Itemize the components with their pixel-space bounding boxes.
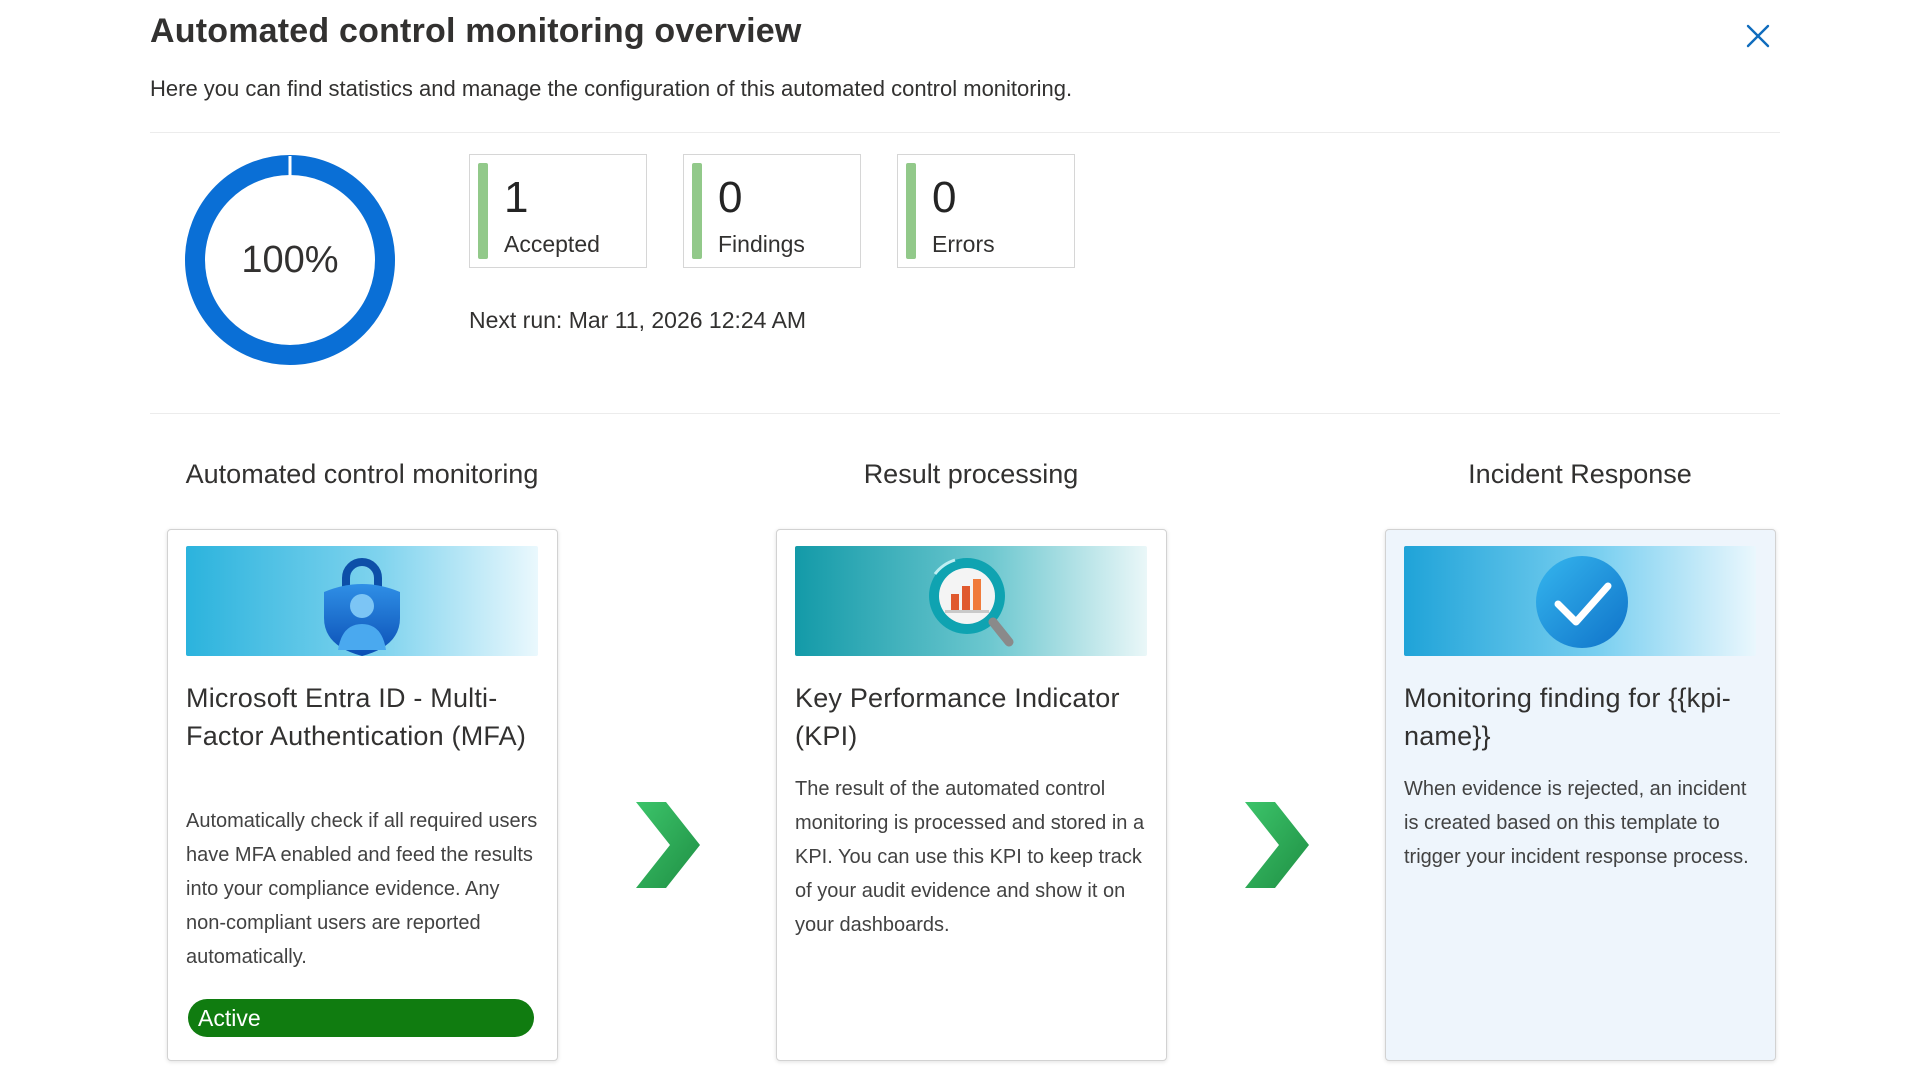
chevron-right-icon (636, 802, 700, 888)
card-description: The result of the automated control moni… (795, 778, 1145, 936)
close-button[interactable] (1740, 18, 1776, 54)
next-run-text: Next run: Mar 11, 2026 12:24 AM (469, 307, 807, 333)
incident-card[interactable]: Monitoring finding for {{kpi-name}} When… (1385, 529, 1776, 1061)
stat-label: Accepted (504, 231, 600, 257)
close-icon (1746, 24, 1770, 48)
section-divider (150, 413, 1780, 414)
card-title: Monitoring finding for {{kpi-name}} (1404, 683, 1731, 751)
card-description: When evidence is rejected, an incident i… (1404, 778, 1749, 868)
column-header-incident: Incident Response (1468, 459, 1692, 489)
status-badge[interactable]: Active (188, 999, 534, 1037)
header-divider (150, 132, 1780, 133)
checkmark-icon (1536, 556, 1628, 648)
stat-label: Errors (932, 231, 995, 257)
monitoring-card[interactable]: Microsoft Entra ID - Multi-Factor Authen… (167, 529, 558, 1061)
card-banner (795, 546, 1147, 656)
column-header-processing: Result processing (863, 459, 1079, 489)
column-header-monitoring: Automated control monitoring (185, 459, 539, 489)
card-banner (1404, 546, 1756, 656)
chevron-right-icon (1245, 802, 1309, 888)
stat-label: Findings (718, 231, 805, 257)
card-banner (186, 546, 538, 656)
stat-card-accepted: 1 Accepted (469, 154, 647, 268)
progress-percent: 100% (241, 238, 339, 281)
stat-value: 1 (504, 173, 529, 222)
card-description: Automatically check if all required user… (186, 810, 538, 968)
stat-indicator-bar (692, 163, 702, 259)
page-subtitle: Here you can find statistics and manage … (150, 76, 1073, 101)
stat-indicator-bar (478, 163, 488, 259)
stat-value: 0 (932, 173, 957, 222)
stat-card-findings: 0 Findings (683, 154, 861, 268)
card-title: Microsoft Entra ID - Multi-Factor Authen… (186, 683, 527, 751)
overview-panel: Automated control monitoring overview He… (0, 0, 1920, 1076)
card-title: Key Performance Indicator (KPI) (795, 683, 1120, 751)
kpi-card[interactable]: Key Performance Indicator (KPI) The resu… (776, 529, 1167, 1061)
page-title: Automated control monitoring overview (150, 12, 802, 50)
stat-card-errors: 0 Errors (897, 154, 1075, 268)
stat-value: 0 (718, 173, 743, 222)
stat-indicator-bar (906, 163, 916, 259)
